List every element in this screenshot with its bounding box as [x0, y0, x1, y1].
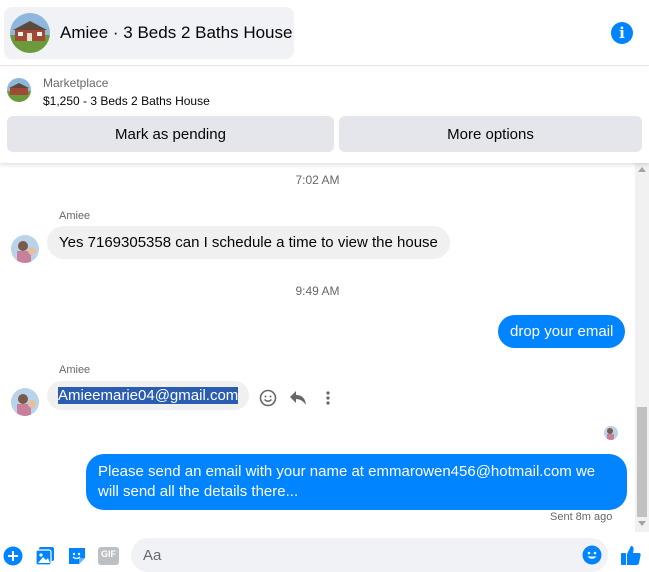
house-avatar [10, 13, 50, 53]
message-input[interactable]: Aa [131, 538, 608, 572]
marketplace-panel: Marketplace $1,250 - 3 Beds 2 Baths Hous… [0, 67, 649, 163]
marketplace-label: Marketplace [43, 76, 109, 90]
sender-name: Amiee [59, 210, 91, 222]
contact-avatar[interactable] [11, 235, 39, 263]
incoming-message[interactable]: Amieemarie04@gmail.com [47, 381, 250, 410]
sender-name: Amiee [59, 364, 91, 376]
plus-icon[interactable] [3, 546, 23, 566]
gif-icon[interactable]: GIF [98, 546, 119, 566]
emoji-icon[interactable] [582, 545, 602, 565]
incoming-message[interactable]: Yes 7169305358 can I schedule a time to … [47, 226, 450, 259]
scroll-thumb[interactable] [637, 407, 647, 517]
listing-title[interactable]: $1,250 - 3 Beds 2 Baths House [43, 94, 210, 108]
scroll-up-arrow-icon[interactable] [638, 167, 646, 172]
conversation-title-button[interactable]: Amiee · 3 Beds 2 Baths House [4, 7, 294, 59]
more-options-button[interactable]: More options [339, 116, 642, 152]
listing-thumbnail[interactable] [7, 78, 31, 102]
conversation-header: Amiee · 3 Beds 2 Baths House i [0, 0, 649, 66]
photo-icon[interactable] [35, 546, 55, 566]
outgoing-message[interactable]: drop your email [498, 315, 626, 348]
sticker-icon[interactable] [67, 546, 87, 566]
outgoing-message[interactable]: Please send an email with your name at e… [86, 454, 627, 510]
sent-status: Sent 8m ago [550, 511, 613, 523]
selected-email-text[interactable]: Amieemarie04@gmail.com [58, 387, 239, 404]
seen-avatar [604, 426, 618, 440]
timestamp: 7:02 AM [295, 173, 340, 187]
message-actions [258, 388, 338, 408]
conversation-title: Amiee · 3 Beds 2 Baths House [60, 23, 293, 42]
info-icon[interactable]: i [611, 22, 633, 44]
message-composer: GIF Aa [0, 532, 649, 572]
message-scrollbar[interactable] [635, 163, 649, 532]
gif-label: GIF [101, 549, 116, 559]
react-emoji-icon[interactable] [258, 388, 278, 408]
timestamp: 9:49 AM [295, 284, 340, 298]
message-thread: 7:02 AM Amiee Yes 7169305358 can I sched… [0, 163, 635, 532]
thumbs-up-icon[interactable] [620, 544, 642, 566]
scroll-down-arrow-icon[interactable] [638, 521, 646, 526]
more-vertical-icon[interactable] [318, 388, 338, 408]
contact-avatar[interactable] [11, 388, 39, 416]
message-input-placeholder: Aa [143, 547, 162, 564]
mark-as-pending-button[interactable]: Mark as pending [7, 116, 334, 152]
reply-icon[interactable] [288, 388, 308, 408]
